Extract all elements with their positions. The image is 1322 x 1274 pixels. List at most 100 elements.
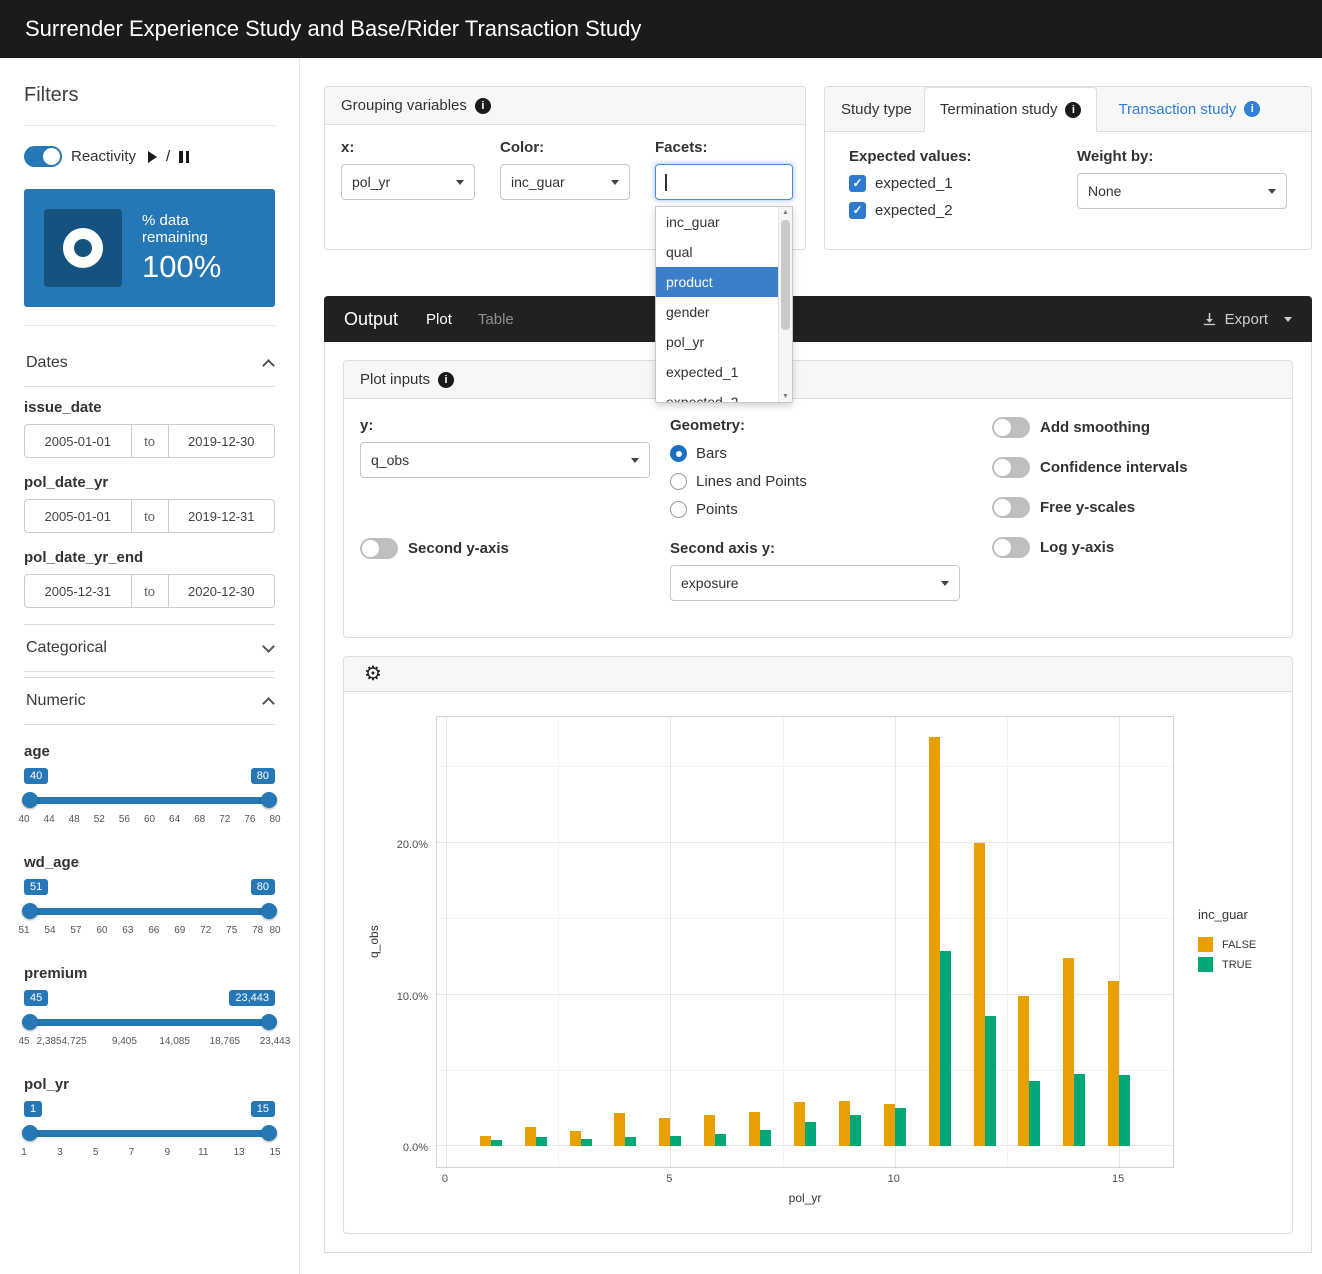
- checkbox-row-expected-1[interactable]: expected_1: [849, 175, 1077, 192]
- toggle-free-y-scales[interactable]: [992, 497, 1030, 518]
- second-y-axis-row: Second y-axis: [360, 538, 670, 559]
- date-start-input[interactable]: [24, 424, 131, 458]
- range-slider[interactable]: 4523,443452,3854,7259,40514,08518,76523,…: [24, 990, 275, 1050]
- y-select[interactable]: q_obs: [360, 442, 650, 478]
- facets-option-expected-2[interactable]: expected_2: [656, 387, 778, 402]
- toggle-add-smoothing[interactable]: [992, 417, 1030, 438]
- date-end-input[interactable]: [169, 574, 276, 608]
- checkbox-expected-2[interactable]: [849, 202, 866, 219]
- checkbox-label: expected_1: [875, 175, 953, 192]
- section-header-numeric[interactable]: Numeric: [24, 677, 275, 725]
- slider-track[interactable]: [24, 797, 275, 804]
- tab-termination-study[interactable]: Termination study: [924, 87, 1098, 132]
- toggle-confidence-intervals[interactable]: [992, 457, 1030, 478]
- second-y-axis-toggle[interactable]: [360, 538, 398, 559]
- checkbox-expected-1[interactable]: [849, 175, 866, 192]
- x-select[interactable]: pol_yr: [341, 164, 475, 200]
- sidebar: Filters Reactivity / % data remaining 10…: [0, 58, 300, 1274]
- bar-true-x1: [491, 1140, 502, 1146]
- section-header-categorical[interactable]: Categorical: [24, 624, 275, 672]
- slider-handle-left[interactable]: [22, 792, 38, 808]
- toggle-row-confidence-intervals: Confidence intervals: [992, 457, 1276, 478]
- facets-option-pol-yr[interactable]: pol_yr: [656, 327, 778, 357]
- plot-inputs-col2: Geometry: BarsLines and PointsPoints Sec…: [670, 417, 992, 601]
- export-button[interactable]: Export: [1202, 311, 1292, 328]
- reactivity-separator: /: [166, 148, 170, 165]
- color-select[interactable]: inc_guar: [500, 164, 630, 200]
- scroll-down-icon[interactable]: [779, 393, 792, 400]
- radio-row-bars[interactable]: Bars: [670, 445, 992, 462]
- radio-row-lines-and-points[interactable]: Lines and Points: [670, 473, 992, 490]
- slider-label: pol_yr: [24, 1076, 275, 1093]
- slider-handle-right[interactable]: [261, 1125, 277, 1141]
- tab-plot[interactable]: Plot: [426, 311, 452, 328]
- date-end-input[interactable]: [169, 424, 276, 458]
- slider-tick-label: 60: [96, 925, 107, 936]
- date-separator: to: [131, 574, 169, 608]
- weight-by-value: None: [1088, 183, 1121, 199]
- facets-option-qual[interactable]: qual: [656, 237, 778, 267]
- slider-to-value: 23,443: [229, 990, 275, 1006]
- slider-tick-label: 18,765: [210, 1036, 241, 1047]
- toggle-log-y-axis[interactable]: [992, 537, 1030, 558]
- date-start-input[interactable]: [24, 574, 131, 608]
- gridline-h-minor: [437, 918, 1173, 919]
- filters-title: Filters: [24, 84, 275, 107]
- gridline-v-minor: [558, 717, 559, 1167]
- facets-option-expected-1[interactable]: expected_1: [656, 357, 778, 387]
- info-icon[interactable]: [1244, 101, 1260, 117]
- facets-option-inc-guar[interactable]: inc_guar: [656, 207, 778, 237]
- radio-points[interactable]: [670, 501, 687, 518]
- slider-handle-right[interactable]: [261, 1014, 277, 1030]
- range-slider[interactable]: 11513579111315: [24, 1101, 275, 1161]
- info-icon[interactable]: [1065, 102, 1081, 118]
- facets-option-gender[interactable]: gender: [656, 297, 778, 327]
- slider-handle-left[interactable]: [22, 903, 38, 919]
- slider-filter-age: age40804044485256606468727680: [24, 743, 275, 828]
- settings-gear-icon[interactable]: [364, 664, 382, 684]
- bar-true-x3: [581, 1139, 592, 1147]
- second-axis-y-select[interactable]: exposure: [670, 565, 960, 601]
- caret-down-icon: [456, 180, 464, 185]
- date-end-input[interactable]: [169, 499, 276, 533]
- second-axis-y-label: Second axis y:: [670, 540, 992, 557]
- toggle-knob: [994, 499, 1011, 516]
- reactivity-toggle[interactable]: [24, 146, 62, 167]
- tab-table[interactable]: Table: [478, 311, 514, 328]
- date-filter-label: pol_date_yr: [24, 474, 275, 491]
- dropdown-scrollbar[interactable]: [778, 207, 792, 402]
- slider-handle-left[interactable]: [22, 1014, 38, 1030]
- weight-by-select[interactable]: None: [1077, 173, 1287, 209]
- scrollbar-thumb[interactable]: [781, 220, 790, 330]
- scroll-up-icon[interactable]: [779, 209, 792, 216]
- slider-from-value: 1: [24, 1101, 42, 1117]
- facets-label: Facets:: [655, 139, 793, 156]
- pause-icon[interactable]: [179, 151, 189, 163]
- slider-tick-label: 51: [18, 925, 29, 936]
- radio-row-points[interactable]: Points: [670, 501, 992, 518]
- y-tick-label: 0.0%: [403, 1142, 428, 1154]
- range-slider[interactable]: 51805154576063666972757880: [24, 879, 275, 939]
- facets-option-product[interactable]: product: [656, 267, 778, 297]
- play-icon[interactable]: [148, 151, 157, 163]
- section-header-dates[interactable]: Dates: [24, 340, 275, 387]
- toggle-knob: [994, 419, 1011, 436]
- checkbox-row-expected-2[interactable]: expected_2: [849, 202, 1077, 219]
- slider-handle-left[interactable]: [22, 1125, 38, 1141]
- info-icon[interactable]: [475, 98, 491, 114]
- radio-bars[interactable]: [670, 445, 687, 462]
- facets-input[interactable]: [655, 164, 793, 200]
- info-icon[interactable]: [438, 372, 454, 388]
- toggle-knob: [994, 459, 1011, 476]
- bar-true-x6: [715, 1134, 726, 1146]
- date-start-input[interactable]: [24, 499, 131, 533]
- slider-track[interactable]: [24, 1019, 275, 1026]
- facets-options: inc_guarqualproductgenderpol_yrexpected_…: [656, 207, 778, 402]
- slider-handle-right[interactable]: [261, 792, 277, 808]
- tab-transaction-study[interactable]: Transaction study: [1103, 87, 1275, 131]
- slider-track[interactable]: [24, 908, 275, 915]
- radio-lines-and-points[interactable]: [670, 473, 687, 490]
- range-slider[interactable]: 40804044485256606468727680: [24, 768, 275, 828]
- slider-handle-right[interactable]: [261, 903, 277, 919]
- slider-track[interactable]: [24, 1130, 275, 1137]
